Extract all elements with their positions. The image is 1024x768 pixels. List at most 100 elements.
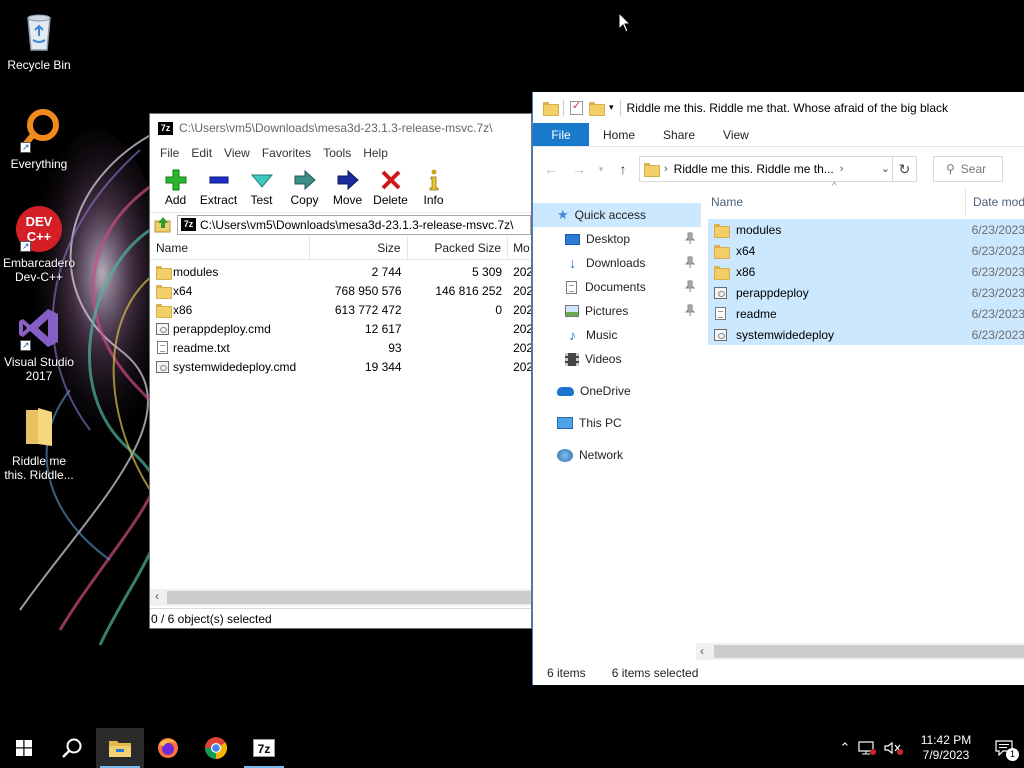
- table-row[interactable]: systemwidedeploy.cmd 19 344 202: [150, 357, 531, 376]
- tab-home[interactable]: Home: [589, 123, 649, 146]
- row-size: 12 617: [364, 321, 402, 336]
- tab-view[interactable]: View: [709, 123, 763, 146]
- table-row[interactable]: x86 613 772 472 0 202: [150, 300, 531, 319]
- 7zip-window[interactable]: 7z C:\Users\vm5\Downloads\mesa3d-23.1.3-…: [149, 113, 532, 629]
- menu-tools[interactable]: Tools: [317, 146, 357, 160]
- forward-icon[interactable]: →: [567, 161, 591, 177]
- desktop-icon-recycle-bin[interactable]: Recycle Bin: [0, 8, 78, 72]
- list-item[interactable]: systemwidedeploy 6/23/2023: [708, 324, 1024, 345]
- sidebar-item-desktop[interactable]: Desktop: [533, 227, 701, 251]
- menu-file[interactable]: File: [154, 146, 185, 160]
- column-name[interactable]: Name: [150, 235, 311, 260]
- taskbar-7zip[interactable]: 7z: [240, 728, 288, 768]
- info-button[interactable]: Info: [412, 164, 455, 207]
- sidebar-item-quick-access[interactable]: ★ Quick access: [533, 203, 701, 227]
- menu-favorites[interactable]: Favorites: [256, 146, 317, 160]
- column-packed-size[interactable]: Packed Size: [408, 235, 509, 260]
- desktop-icon-everything[interactable]: Everything: [0, 107, 78, 171]
- taskbar-file-explorer[interactable]: [96, 728, 144, 768]
- test-button[interactable]: Test: [240, 164, 283, 207]
- chevron-right-icon[interactable]: ›: [840, 163, 844, 175]
- column-name[interactable]: ^ Name: [708, 181, 965, 209]
- 7zip-titlebar[interactable]: 7z C:\Users\vm5\Downloads\mesa3d-23.1.3-…: [150, 114, 531, 142]
- recent-locations-icon[interactable]: ▾: [595, 164, 607, 175]
- table-row[interactable]: x64 768 950 576 146 816 252 202: [150, 281, 531, 300]
- menu-help[interactable]: Help: [357, 146, 394, 160]
- search-input[interactable]: ⚲ Sear: [933, 156, 1003, 182]
- scrollbar-thumb[interactable]: [167, 591, 531, 604]
- file-explorer-icon: [109, 741, 131, 757]
- back-icon[interactable]: ←: [539, 161, 563, 177]
- chevron-down-icon[interactable]: ⌄: [881, 162, 890, 175]
- list-item[interactable]: perappdeploy 6/23/2023: [708, 282, 1024, 303]
- desktop-icon-visual-studio[interactable]: Visual Studio 2017: [0, 305, 78, 383]
- tab-share[interactable]: Share: [649, 123, 709, 146]
- search-button[interactable]: [48, 728, 96, 768]
- start-button[interactable]: [0, 728, 48, 768]
- 7zip-horizontal-scrollbar[interactable]: ‹: [150, 589, 531, 606]
- file-explorer-window[interactable]: ▾ Riddle me this. Riddle me that. Whose …: [532, 92, 1024, 685]
- desktop-icon-riddle-folder[interactable]: Riddle me this. Riddle...: [0, 404, 78, 482]
- 7zip-column-header: Name Size Packed Size Mo: [150, 235, 531, 260]
- clock[interactable]: 11:42 PM 7/9/2023: [908, 733, 984, 763]
- taskbar-chrome[interactable]: [192, 728, 240, 768]
- sidebar-item-videos[interactable]: Videos: [533, 347, 701, 371]
- move-button[interactable]: Move: [326, 164, 369, 207]
- pin-icon[interactable]: [685, 256, 695, 268]
- refresh-icon[interactable]: ↻: [892, 157, 916, 181]
- scrollbar-thumb[interactable]: [714, 645, 1024, 658]
- scroll-left-icon[interactable]: ‹: [155, 589, 159, 603]
- sidebar-item-onedrive[interactable]: OneDrive: [533, 379, 701, 403]
- add-button[interactable]: Add: [154, 164, 197, 207]
- column-modified[interactable]: Mo: [508, 236, 531, 260]
- table-row[interactable]: perappdeploy.cmd 12 617 202: [150, 319, 531, 338]
- list-item[interactable]: x64 6/23/2023: [708, 240, 1024, 261]
- explorer-horizontal-scrollbar[interactable]: ‹: [696, 643, 1024, 660]
- list-item[interactable]: x86 6/23/2023: [708, 261, 1024, 282]
- windows-logo-icon: [16, 740, 32, 756]
- sidebar-item-network[interactable]: Network: [533, 443, 701, 467]
- chevron-down-icon[interactable]: ▾: [609, 102, 614, 113]
- chrome-icon: [205, 737, 227, 759]
- explorer-titlebar[interactable]: ▾ Riddle me this. Riddle me that. Whose …: [533, 92, 1024, 123]
- sidebar-item-downloads[interactable]: ↓ Downloads: [533, 251, 701, 275]
- notification-center-button[interactable]: 1: [984, 728, 1024, 768]
- taskbar-firefox[interactable]: [144, 728, 192, 768]
- menu-edit[interactable]: Edit: [185, 146, 218, 160]
- 7zip-status-bar: 0 / 6 object(s) selected: [150, 608, 531, 629]
- chevron-up-icon[interactable]: ⌃: [834, 740, 856, 756]
- delete-button[interactable]: Delete: [369, 164, 412, 207]
- properties-icon[interactable]: [570, 99, 583, 115]
- column-date-modified[interactable]: Date mod: [964, 188, 1024, 216]
- address-text: Riddle me this. Riddle me th...: [673, 162, 834, 176]
- list-item[interactable]: readme 6/23/2023: [708, 303, 1024, 324]
- pin-icon[interactable]: [685, 232, 695, 244]
- table-row[interactable]: readme.txt 93 202: [150, 338, 531, 357]
- test-label: Test: [250, 193, 273, 207]
- 7zip-path-input[interactable]: 7z C:\Users\vm5\Downloads\mesa3d-23.1.3-…: [177, 214, 531, 235]
- item-count: 6 items: [547, 666, 586, 680]
- shortcut-arrow-icon: [20, 140, 31, 154]
- new-folder-icon[interactable]: [589, 101, 605, 116]
- list-item[interactable]: modules 6/23/2023: [708, 219, 1024, 240]
- row-packed-size: 5 309: [472, 264, 503, 279]
- explorer-address-bar[interactable]: › Riddle me this. Riddle me th... › ⌄ ↻: [639, 156, 917, 182]
- copy-button[interactable]: Copy: [283, 164, 326, 207]
- tab-file[interactable]: File: [533, 123, 589, 146]
- menu-view[interactable]: View: [218, 146, 256, 160]
- sidebar-item-music[interactable]: ♪ Music: [533, 323, 701, 347]
- scroll-left-icon[interactable]: ‹: [700, 644, 704, 658]
- desktop-icon-dev-cpp[interactable]: DEV C++ Embarcadero Dev-C++: [0, 206, 78, 284]
- folder-up-icon[interactable]: [153, 215, 173, 235]
- volume-muted-icon[interactable]: [882, 740, 904, 756]
- up-icon[interactable]: ↑: [611, 161, 635, 177]
- pin-icon[interactable]: [685, 280, 695, 292]
- sidebar-item-documents[interactable]: Documents: [533, 275, 701, 299]
- sidebar-item-pictures[interactable]: Pictures: [533, 299, 701, 323]
- extract-button[interactable]: Extract: [197, 164, 240, 207]
- sidebar-item-this-pc[interactable]: This PC: [533, 411, 701, 435]
- network-status-icon[interactable]: [856, 740, 878, 756]
- pin-icon[interactable]: [685, 304, 695, 316]
- table-row[interactable]: modules 2 744 5 309 202: [150, 262, 531, 281]
- column-size[interactable]: Size: [310, 235, 408, 260]
